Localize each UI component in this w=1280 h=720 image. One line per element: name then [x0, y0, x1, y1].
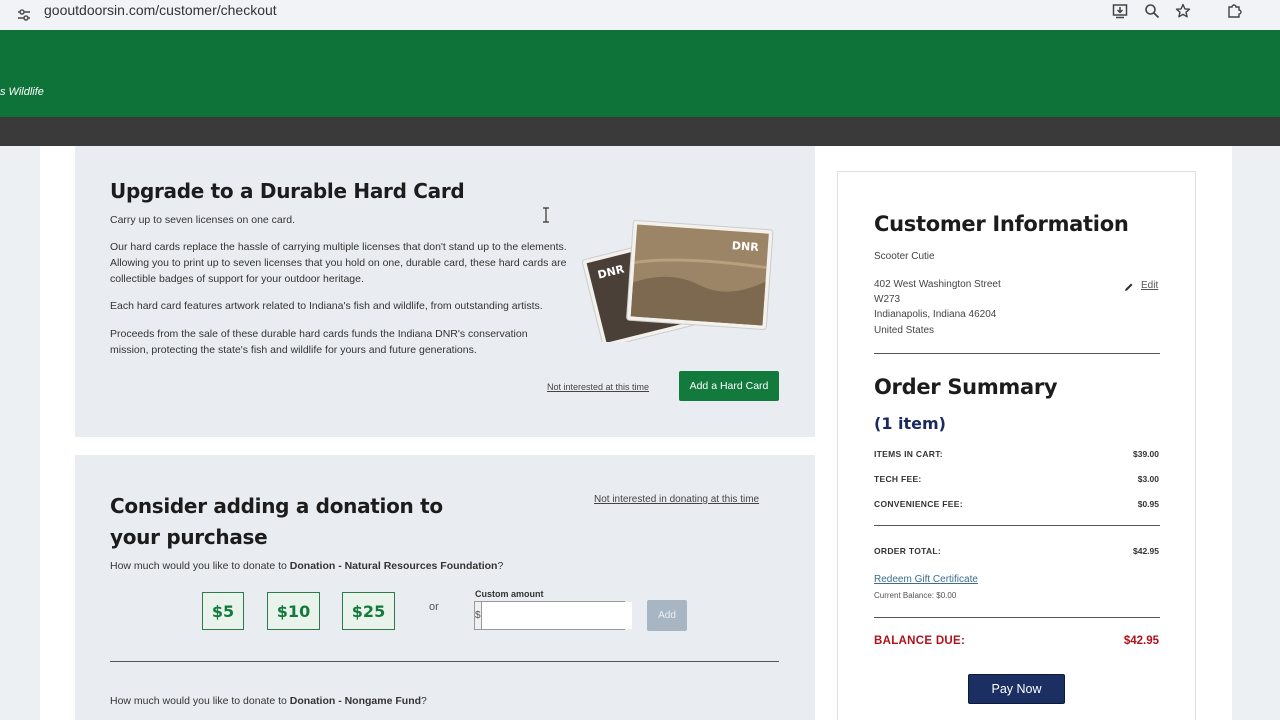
- fees-divider: [874, 525, 1160, 526]
- add-hard-card-button[interactable]: Add a Hard Card: [679, 371, 779, 401]
- balance-due-value: $42.95: [1123, 635, 1159, 647]
- donation-question-1-prefix: How much would you like to donate to: [110, 560, 290, 572]
- donation-question-2-prefix: How much would you like to donate to: [110, 695, 290, 707]
- current-balance: Current Balance: $0.00: [874, 591, 957, 600]
- customer-summary-card: Customer Information Scooter Cutie 402 W…: [837, 171, 1196, 720]
- convenience-fee-value: $0.95: [1137, 499, 1159, 509]
- add-donation-button[interactable]: Add: [647, 600, 687, 631]
- item-count: (1 item): [874, 414, 946, 433]
- donation-divider: [110, 661, 779, 662]
- donate-5-button[interactable]: $5: [202, 592, 244, 630]
- site-header: s Wildlife: [0, 30, 1280, 117]
- card-front-logo: DNR: [731, 239, 759, 254]
- donation-question-2: How much would you like to donate to Don…: [110, 693, 427, 709]
- hard-card-decline-link[interactable]: Not interested at this time: [547, 382, 649, 392]
- donation-question-1-name: Donation - Natural Resources Foundation: [289, 560, 498, 572]
- hard-card-panel: Upgrade to a Durable Hard Card Carry up …: [75, 146, 815, 437]
- donation-title: Consider adding a donation to your purch…: [110, 494, 443, 549]
- customer-name: Scooter Cutie: [874, 251, 935, 262]
- hard-card-image: DNR DNR: [581, 219, 774, 342]
- tech-fee-value: $3.00: [1137, 474, 1159, 484]
- extensions-icon[interactable]: [1226, 3, 1242, 19]
- browser-address-bar: gooutdoorsin.com/customer/checkout: [0, 0, 1280, 30]
- donation-question-2-name: Donation - Nongame Fund: [289, 695, 422, 707]
- customer-info-title: Customer Information: [874, 212, 1129, 236]
- customer-address-line2: W273: [874, 294, 901, 305]
- balance-due-label: BALANCE DUE:: [874, 635, 966, 647]
- convenience-fee-label: CONVENIENCE FEE:: [874, 499, 963, 509]
- header-brand-text: s Wildlife: [0, 86, 44, 98]
- customer-address-line1: 402 West Washington Street: [874, 279, 1001, 290]
- donate-25-button[interactable]: $25: [342, 592, 395, 630]
- hard-card-proceeds-note: Proceeds from the sale of these durable …: [110, 328, 528, 356]
- donation-panel: Consider adding a donation to your purch…: [75, 455, 815, 720]
- hard-card-artwork-note: Each hard card features artwork related …: [110, 300, 543, 312]
- customer-divider: [874, 353, 1160, 354]
- star-icon[interactable]: [1175, 3, 1191, 19]
- donation-question-2-suffix: ?: [421, 695, 427, 707]
- nav-bar: [0, 117, 1280, 146]
- tech-fee-label: TECH FEE:: [874, 474, 922, 484]
- pay-now-button[interactable]: Pay Now: [968, 674, 1065, 704]
- order-total-label: ORDER TOTAL:: [874, 546, 942, 556]
- donation-question-1: How much would you like to donate to Don…: [110, 558, 503, 574]
- donate-10-button[interactable]: $10: [267, 592, 320, 630]
- redeem-gift-certificate-link[interactable]: Redeem Gift Certificate: [874, 574, 978, 585]
- or-separator: or: [429, 601, 439, 613]
- custom-amount-field: $: [474, 601, 632, 630]
- site-settings-icon[interactable]: [16, 7, 32, 23]
- edit-pencil-icon[interactable]: [1124, 282, 1134, 292]
- customer-city-line: Indianapolis, Indiana 46204: [874, 309, 997, 320]
- text-cursor-icon: [543, 207, 549, 223]
- items-in-cart-label: ITEMS IN CART:: [874, 449, 943, 459]
- customer-country: United States: [874, 325, 935, 336]
- custom-amount-label: Custom amount: [475, 589, 544, 599]
- order-total-value: $42.95: [1133, 546, 1159, 556]
- donation-question-1-suffix: ?: [497, 560, 504, 572]
- zoom-icon[interactable]: [1144, 3, 1160, 19]
- edit-customer-link[interactable]: Edit: [1141, 280, 1158, 291]
- hard-card-description: Our hard cards replace the hassle of car…: [110, 241, 567, 285]
- items-in-cart-value: $39.00: [1133, 449, 1159, 459]
- hard-card-intro: Carry up to seven licenses on one card.: [110, 214, 296, 226]
- install-icon[interactable]: [1112, 3, 1128, 19]
- donation-decline-link[interactable]: Not interested in donating at this time: [594, 494, 759, 505]
- balance-divider: [874, 617, 1160, 618]
- url-text[interactable]: gooutdoorsin.com/customer/checkout: [44, 3, 277, 17]
- hard-card-title: Upgrade to a Durable Hard Card: [110, 179, 465, 203]
- order-summary-title: Order Summary: [874, 375, 1058, 399]
- custom-amount-input[interactable]: [481, 602, 632, 629]
